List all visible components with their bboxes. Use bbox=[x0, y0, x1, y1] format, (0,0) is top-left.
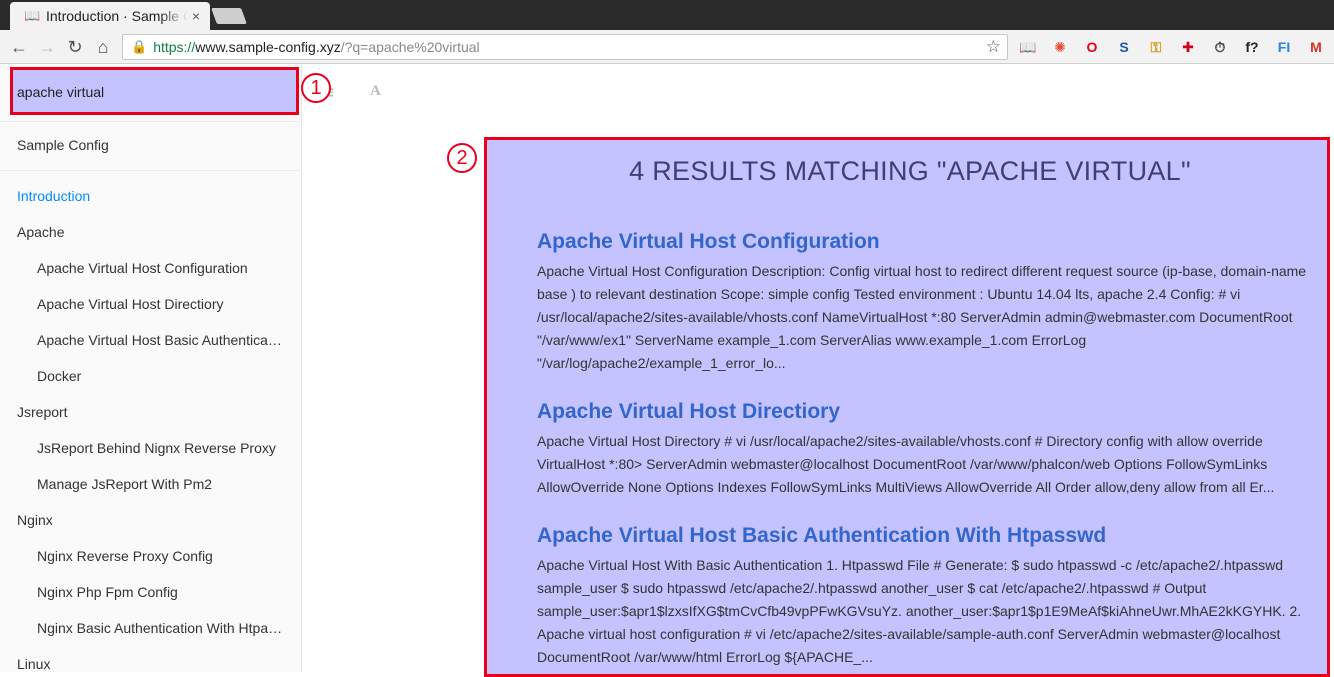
bookmark-star-icon[interactable]: ☆ bbox=[986, 37, 1001, 57]
cross-icon[interactable]: ✚ bbox=[1178, 38, 1198, 56]
search-result: Apache Virtual Host Directiory Apache Vi… bbox=[537, 400, 1309, 499]
sidebar-item[interactable]: Introduction bbox=[17, 188, 287, 204]
url-path: /?q=apache%20virtual bbox=[340, 39, 480, 55]
forward-icon[interactable]: → bbox=[36, 36, 58, 58]
search-result: Apache Virtual Host Configuration Apache… bbox=[537, 230, 1309, 375]
fi-icon[interactable]: FI bbox=[1274, 38, 1294, 56]
sidebar-item[interactable]: Apache Virtual Host Directiory bbox=[37, 296, 285, 312]
book-icon: 📖 bbox=[24, 8, 41, 23]
sidebar-item[interactable]: Docker bbox=[37, 368, 285, 384]
annotation-badge-1: 1 bbox=[301, 73, 331, 103]
sidebar-item[interactable]: Nginx Basic Authentication With Htpasswd bbox=[37, 620, 285, 636]
result-title-link[interactable]: Apache Virtual Host Basic Authentication… bbox=[537, 524, 1309, 548]
sidebar-item[interactable]: Nginx bbox=[17, 512, 287, 528]
sidebar-item[interactable]: Apache bbox=[17, 224, 287, 240]
site-title-link[interactable]: Sample Config bbox=[17, 137, 287, 153]
color-wheel-icon[interactable]: ✺ bbox=[1050, 38, 1070, 56]
new-tab-button[interactable] bbox=[211, 8, 247, 24]
annotation-badge-2: 2 bbox=[447, 143, 477, 173]
url-host: www.sample-config.xyz bbox=[195, 39, 341, 55]
tab-close-icon[interactable]: × bbox=[192, 8, 200, 24]
home-icon[interactable]: ⌂ bbox=[92, 36, 114, 58]
sidebar-item[interactable]: Nginx Reverse Proxy Config bbox=[37, 548, 285, 564]
url-scheme: https:// bbox=[153, 39, 196, 55]
result-snippet: Apache Virtual Host Directory # vi /usr/… bbox=[537, 433, 1275, 495]
key-icon[interactable]: ⚿ bbox=[1146, 38, 1166, 56]
content-toolbar: ≡ A bbox=[302, 65, 1334, 115]
sidebar-item[interactable]: Jsreport bbox=[17, 404, 287, 420]
sidebar-divider bbox=[0, 121, 301, 122]
reload-icon[interactable]: ↻ bbox=[64, 36, 86, 58]
opera-icon[interactable]: O bbox=[1082, 38, 1102, 56]
sidebar-item[interactable]: Apache Virtual Host Basic Authentication… bbox=[37, 332, 285, 348]
result-title-link[interactable]: Apache Virtual Host Directiory bbox=[537, 400, 1309, 424]
result-title-link[interactable]: Apache Virtual Host Configuration bbox=[537, 230, 1309, 254]
book-sidebar: Sample Config Introduction Apache Apache V… bbox=[0, 65, 302, 672]
sidebar-divider bbox=[0, 170, 301, 171]
back-icon[interactable]: ← bbox=[8, 36, 30, 58]
s-logo-icon[interactable]: S bbox=[1114, 38, 1134, 56]
font-settings-icon[interactable]: A bbox=[370, 83, 381, 100]
sidebar-item[interactable]: Manage JsReport With Pm2 bbox=[37, 476, 285, 492]
search-box bbox=[10, 67, 299, 115]
sidebar-item[interactable]: Apache Virtual Host Configuration bbox=[37, 260, 285, 276]
tab-title: Introduction · Sample Config bbox=[46, 8, 188, 24]
sidebar-item[interactable]: JsReport Behind Nignx Reverse Proxy bbox=[37, 440, 285, 456]
result-snippet: Apache Virtual Host With Basic Authentic… bbox=[537, 557, 1302, 665]
timer-icon[interactable]: ⏱ bbox=[1210, 38, 1230, 56]
browser-titlebar: 📖 Introduction · Sample Config × bbox=[0, 0, 1334, 30]
browser-tab-active[interactable]: 📖 Introduction · Sample Config × bbox=[10, 2, 210, 30]
browser-toolbar: ← → ↻ ⌂ 🔒 https:// www.sample-config.xyz… bbox=[0, 30, 1334, 64]
search-result: Apache Virtual Host Basic Authentication… bbox=[537, 524, 1309, 669]
sidebar-item[interactable]: Nginx Php Fpm Config bbox=[37, 584, 285, 600]
lock-icon: 🔒 bbox=[131, 39, 148, 54]
search-input[interactable] bbox=[17, 82, 287, 102]
results-heading: 4 RESULTS MATCHING "APACHE VIRTUAL" bbox=[629, 156, 1191, 186]
address-bar[interactable]: 🔒 https:// www.sample-config.xyz /?q=apa… bbox=[122, 34, 1008, 60]
sidebar-item[interactable]: Linux bbox=[17, 656, 287, 672]
font-question-icon[interactable]: f? bbox=[1242, 38, 1262, 56]
book-icon[interactable]: 📖 bbox=[1018, 38, 1038, 56]
gmail-icon[interactable]: M bbox=[1306, 38, 1326, 56]
search-results-panel: 4 RESULTS MATCHING "APACHE VIRTUAL" Apac… bbox=[484, 137, 1330, 677]
result-snippet: Apache Virtual Host Configuration Descri… bbox=[537, 263, 1307, 371]
